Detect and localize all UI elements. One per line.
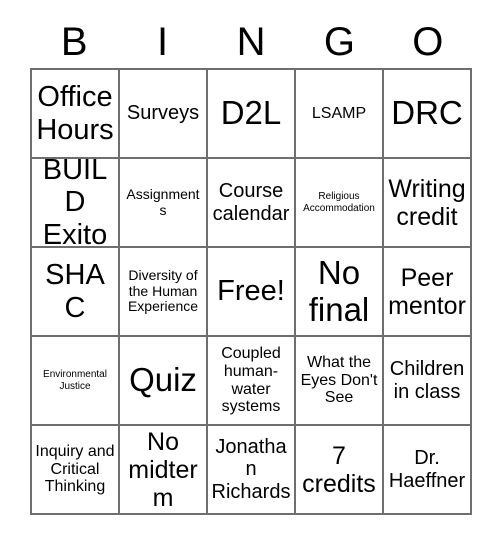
bingo-cell-r2c4[interactable]: Religious Accommodation <box>296 159 384 248</box>
bingo-cell-text: BUILD Exito <box>42 159 108 248</box>
bingo-cell-text: D2L <box>220 94 282 132</box>
bingo-header-letter-g: G <box>323 20 355 64</box>
bingo-header-letter-i: I <box>157 20 169 64</box>
bingo-cell-r5c3[interactable]: Jonathan Richards <box>208 426 296 515</box>
bingo-cell-free-space[interactable]: Free! <box>208 248 296 337</box>
bingo-header-letter-n: N <box>236 20 266 64</box>
bingo-cell-r4c4[interactable]: What the Eyes Don't See <box>296 337 384 426</box>
bingo-cell-text: Coupled human-water systems <box>221 344 281 416</box>
bingo-header-letter-o: O <box>412 20 444 64</box>
bingo-header-letter-b: B <box>60 20 88 64</box>
bingo-cell-text: Inquiry and Critical Thinking <box>35 442 115 496</box>
bingo-cell-text: What the Eyes Don't See <box>300 353 378 407</box>
bingo-cell-text: Diversity of the Human Experience <box>127 266 199 315</box>
bingo-cell-r4c1[interactable]: Environmental Justice <box>32 337 120 426</box>
bingo-cell-text: DRC <box>391 94 463 132</box>
bingo-cell-text: Religious Accommodation <box>303 191 375 214</box>
bingo-cell-r3c4[interactable]: No final <box>296 248 384 337</box>
bingo-grid: Office Hours Surveys D2L LSAMP DRC BUILD… <box>30 68 472 515</box>
bingo-cell-text: Surveys <box>126 102 200 125</box>
bingo-cell-r3c5[interactable]: Peer mentor <box>384 248 472 337</box>
bingo-cell-r5c1[interactable]: Inquiry and Critical Thinking <box>32 426 120 515</box>
bingo-cell-text: Assignments <box>126 185 200 218</box>
bingo-cell-r4c3[interactable]: Coupled human-water systems <box>208 337 296 426</box>
bingo-cell-r5c5[interactable]: Dr. Haeffner <box>384 426 472 515</box>
bingo-cell-text: Children in class <box>389 358 465 403</box>
bingo-cell-text: Environmental Justice <box>43 369 107 392</box>
bingo-cell-r1c5[interactable]: DRC <box>384 70 472 159</box>
bingo-cell-text: No final <box>308 253 370 328</box>
bingo-cell-r2c5[interactable]: Writing credit <box>384 159 472 248</box>
bingo-cell-text: SHAC <box>45 259 105 324</box>
bingo-cell-r4c5[interactable]: Children in class <box>384 337 472 426</box>
bingo-header-row: B I N G O <box>30 16 472 68</box>
bingo-cell-text: LSAMP <box>311 104 367 122</box>
bingo-cell-r5c2[interactable]: No midterm <box>120 426 208 515</box>
bingo-cell-text: 7 credits <box>302 441 376 498</box>
bingo-cell-r1c4[interactable]: LSAMP <box>296 70 384 159</box>
bingo-cell-text: Course calendar <box>212 180 290 225</box>
bingo-cell-r3c1[interactable]: SHAC <box>32 248 120 337</box>
bingo-cell-r3c2[interactable]: Diversity of the Human Experience <box>120 248 208 337</box>
bingo-cell-text: Dr. Haeffner <box>388 447 466 492</box>
bingo-cell-r1c1[interactable]: Office Hours <box>32 70 120 159</box>
bingo-cell-text: Jonathan Richards <box>211 435 291 503</box>
bingo-cell-text: Peer mentor <box>388 263 466 320</box>
bingo-card: B I N G O Office Hours Surveys D2L LSAMP… <box>0 0 500 544</box>
bingo-cell-text: Free! <box>217 275 285 308</box>
bingo-cell-r1c3[interactable]: D2L <box>208 70 296 159</box>
bingo-cell-r2c2[interactable]: Assignments <box>120 159 208 248</box>
bingo-cell-text: Office Hours <box>36 81 114 146</box>
bingo-cell-r1c2[interactable]: Surveys <box>120 70 208 159</box>
bingo-cell-r4c2[interactable]: Quiz <box>120 337 208 426</box>
bingo-cell-r2c3[interactable]: Course calendar <box>208 159 296 248</box>
bingo-cell-text: Writing credit <box>388 174 466 231</box>
bingo-cell-r2c1[interactable]: BUILD Exito <box>32 159 120 248</box>
bingo-cell-r5c4[interactable]: 7 credits <box>296 426 384 515</box>
bingo-cell-text: Quiz <box>129 361 197 399</box>
bingo-cell-text: No midterm <box>128 427 198 512</box>
